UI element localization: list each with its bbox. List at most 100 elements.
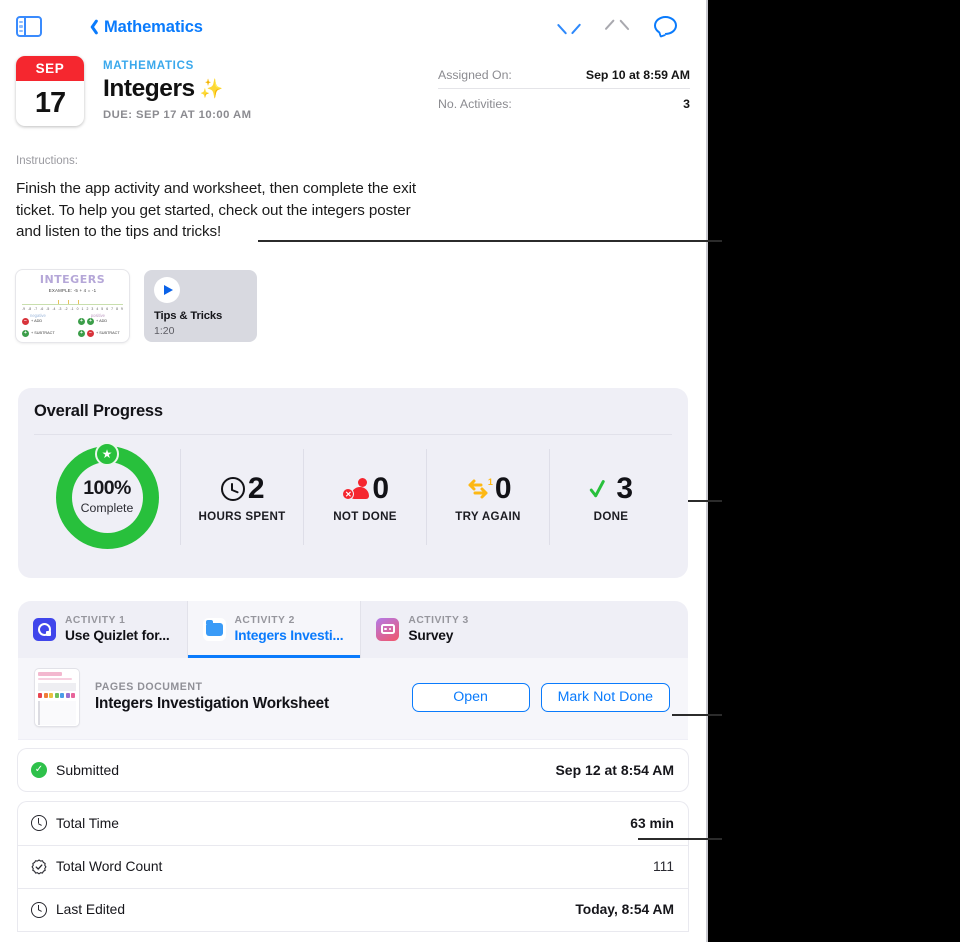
- not-done-icon: ✕: [342, 477, 370, 501]
- attachments-row: INTEGERS EXAMPLE: -5 + 4 = -1 -9 -8 -7 -6 -5…: [0, 269, 706, 342]
- document-actions: Open Mark Not Done: [411, 682, 670, 712]
- check-icon: [590, 477, 613, 501]
- progress-ring-track: ★ 100% Complete: [55, 441, 159, 549]
- progress-ring: ★ 100% Complete: [34, 441, 180, 549]
- info-row-total-time: Total Time 63 min: [18, 802, 688, 845]
- info-value: 63 min: [630, 815, 674, 831]
- document-title: Integers Investigation Worksheet: [95, 695, 329, 712]
- minus-dot-icon: −: [22, 317, 29, 325]
- meta-key: Assigned On:: [438, 68, 512, 82]
- activity-tabs: ACTIVITY 1 Use Quizlet for... ACTIVITY 2…: [18, 600, 688, 658]
- assignment-header: SEP 17 MATHEMATICS Integers ✨ DUE: SEP 1…: [0, 56, 706, 126]
- calendar-day: 17: [34, 87, 66, 119]
- progress-stats-row: ★ 100% Complete 2 HOURS SPENT ✕ 0 NOT DO…: [34, 435, 672, 560]
- poster-heading: INTEGERS: [39, 272, 106, 286]
- meta-value: 3: [683, 97, 690, 111]
- play-icon[interactable]: [154, 276, 180, 303]
- back-button[interactable]: Mathematics: [86, 18, 203, 37]
- plus-dot-icon: +: [22, 329, 29, 337]
- meta-value: Sep 10 at 8:59 AM: [585, 68, 690, 82]
- submitted-date: Sep 12 at 8:54 AM: [555, 761, 674, 778]
- page-title: Integers ✨: [103, 75, 251, 103]
- calendar-badge: SEP 17: [16, 56, 84, 126]
- star-icon: ★: [95, 441, 119, 466]
- progress-caption: Complete: [80, 501, 134, 516]
- comment-bubble-icon[interactable]: [654, 16, 678, 38]
- document-row: PAGES DOCUMENT Integers Investigation Wo…: [18, 657, 688, 739]
- stat-label: NOT DONE: [333, 510, 397, 523]
- stat-label: DONE: [593, 510, 629, 523]
- meta-row: Assigned On: Sep 10 at 8:59 AM: [438, 64, 690, 88]
- overall-progress-card: Overall Progress ★ 100% Complete 2 HOURS…: [18, 387, 688, 578]
- progress-percent: 100%: [83, 476, 131, 499]
- stat-not-done: ✕ 0 NOT DONE: [303, 449, 426, 545]
- callout-line-mark-not-done: [672, 714, 722, 716]
- video-duration: 1:20: [154, 324, 175, 337]
- tab-activity-1[interactable]: ACTIVITY 1 Use Quizlet for...: [18, 601, 187, 658]
- poster-number-line: -9 -8 -7 -6 -5 -4 -3 -2 -1 0 1 2 3 4 56789: [22, 306, 123, 311]
- callout-line-attachments: [258, 240, 722, 242]
- tab-name: Use Quizlet for...: [65, 628, 170, 643]
- chevron-left-icon: [86, 18, 97, 36]
- minus-dot-icon: −: [87, 329, 94, 337]
- stat-label: HOURS SPENT: [198, 510, 286, 523]
- clock-icon: [31, 901, 47, 918]
- stat-value: 2: [247, 472, 265, 505]
- assignment-detail-pane: Mathematics SEP 17 MATHEMATICS Integers: [0, 0, 708, 942]
- poster-example: EXAMPLE: -5 + 4 = -1: [48, 288, 97, 293]
- document-text: PAGES DOCUMENT Integers Investigation Wo…: [95, 681, 329, 713]
- folder-icon: [202, 617, 226, 641]
- check-badge-icon: ✓: [31, 761, 47, 778]
- activity-info-card: Total Time 63 min Total Word Count 111 L…: [18, 801, 688, 931]
- submitted-label: Submitted: [56, 761, 120, 778]
- instructions-section: Instructions: Finish the app activity an…: [0, 155, 706, 243]
- poster-rule-row: − + ADD: [22, 317, 42, 325]
- info-label: Total Time: [56, 815, 119, 831]
- meta-row: No. Activities: 3: [438, 88, 690, 117]
- tab-name: Integers Investi...: [234, 628, 344, 643]
- info-label: Total Word Count: [56, 859, 163, 874]
- info-row-last-edited: Last Edited Today, 8:54 AM: [18, 887, 688, 931]
- seal-check-icon: [31, 858, 47, 875]
- callout-line-total-time: [638, 838, 722, 840]
- video-title: Tips & Tricks: [154, 309, 223, 322]
- survey-app-icon: [376, 617, 400, 641]
- info-value: Today, 8:54 AM: [575, 902, 674, 917]
- tab-kicker: ACTIVITY 1: [65, 615, 126, 626]
- stat-value: 0: [494, 472, 512, 505]
- open-button[interactable]: Open: [411, 682, 530, 712]
- tips-and-tricks-video[interactable]: Tips & Tricks 1:20: [144, 269, 257, 342]
- mark-not-done-button[interactable]: Mark Not Done: [540, 682, 670, 712]
- stat-hours-spent: 2 HOURS SPENT: [180, 449, 303, 545]
- sidebar-toggle-icon[interactable]: [14, 15, 44, 39]
- page-title-text: Integers: [103, 75, 195, 102]
- stat-done: 3 DONE: [549, 449, 672, 545]
- poster-rule-row: + − + SUBTRACT: [78, 329, 120, 337]
- info-value: 111: [653, 859, 674, 874]
- clock-icon: [31, 815, 47, 831]
- chevron-up-icon[interactable]: [558, 20, 580, 34]
- integers-poster-thumbnail[interactable]: INTEGERS EXAMPLE: -5 + 4 = -1 -9 -8 -7 -6 -5…: [16, 269, 129, 342]
- screenshot-root: Mathematics SEP 17 MATHEMATICS Integers: [0, 0, 960, 942]
- info-row-word-count: Total Word Count 111: [18, 844, 688, 888]
- stat-try-again: 1 0 TRY AGAIN: [426, 449, 549, 545]
- plus-dot-icon: +: [78, 329, 85, 337]
- quizlet-app-icon: [33, 617, 56, 641]
- tab-activity-2[interactable]: ACTIVITY 2 Integers Investi...: [186, 600, 361, 658]
- document-kicker: PAGES DOCUMENT: [95, 681, 203, 693]
- tab-kicker: ACTIVITY 2: [234, 615, 295, 626]
- info-label: Last Edited: [56, 902, 126, 917]
- chevron-down-icon[interactable]: [606, 20, 628, 34]
- tab-activity-3[interactable]: ACTIVITY 3 Survey: [360, 600, 485, 658]
- plus-dot-icon: +: [78, 317, 85, 325]
- assignment-title-block: MATHEMATICS Integers ✨ DUE: SEP 17 AT 10…: [103, 56, 251, 126]
- back-button-label: Mathematics: [104, 17, 203, 36]
- clock-icon: [220, 477, 245, 501]
- pages-document-thumbnail[interactable]: [35, 668, 79, 726]
- course-name: MATHEMATICS: [103, 60, 194, 72]
- stat-value: 0: [372, 472, 389, 505]
- instructions-label: Instructions:: [16, 155, 78, 167]
- navigation-actions: [558, 16, 692, 38]
- plus-dot-icon: +: [87, 317, 94, 325]
- stat-value: 3: [616, 472, 633, 505]
